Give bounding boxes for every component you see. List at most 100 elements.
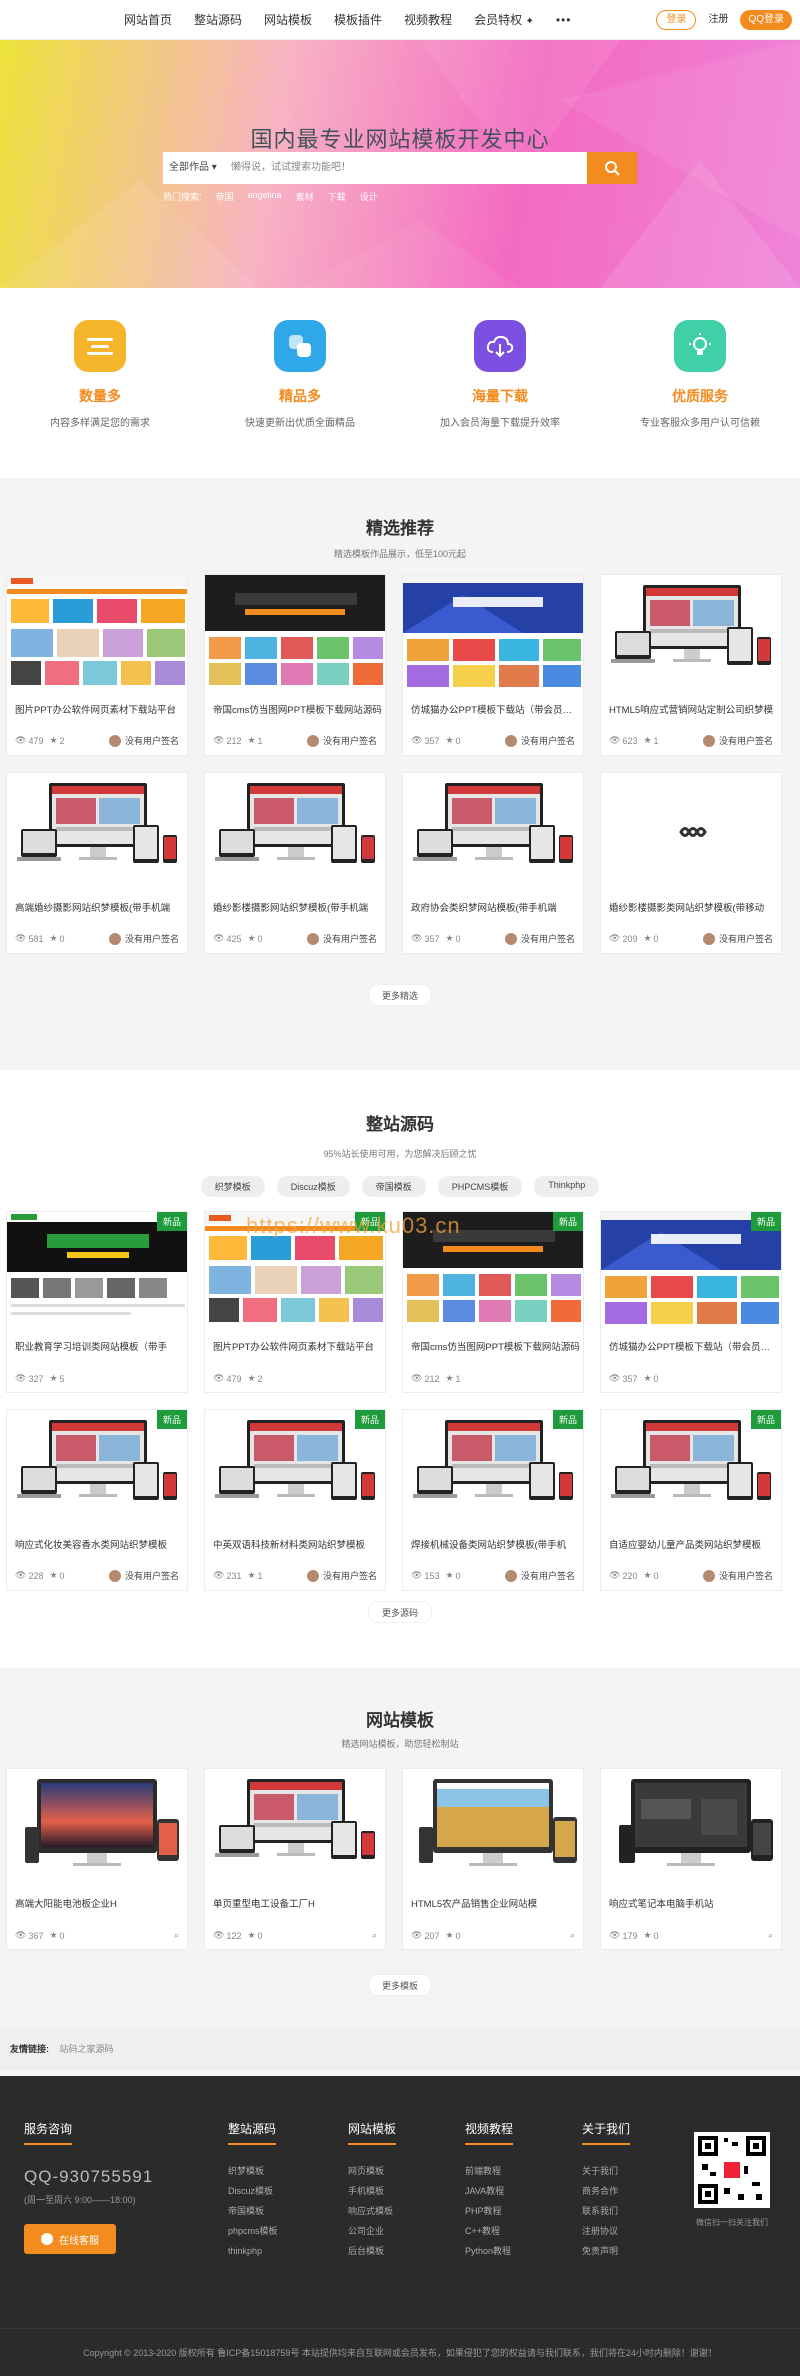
card-title[interactable]: 仿城猫办公PPT模板下载站（带会员… [403, 693, 583, 716]
template-card[interactable]: 仿城猫办公PPT模板下载站（带会员… 👁 357 ★ 0 没有用户签名 [402, 574, 584, 756]
card-thumbnail[interactable] [7, 575, 187, 693]
card-thumbnail[interactable] [205, 773, 385, 891]
footer-link[interactable]: 公司企业 [348, 2221, 396, 2241]
card-title[interactable]: 响应式化妆美容香水类网站织梦模板 [7, 1528, 187, 1551]
footer-link[interactable]: 后台模板 [348, 2241, 396, 2261]
template-card[interactable]: 响应式笔记本电脑手机站 👁 179 ★ 0 ⌕ [600, 1768, 782, 1950]
footer-link[interactable]: 注册协议 [582, 2221, 630, 2241]
template-card[interactable]: HTML5农产品销售企业网站模 👁 207 ★ 0 ⌕ [402, 1768, 584, 1950]
footer-link[interactable]: 前端教程 [465, 2161, 513, 2181]
search-input[interactable]: 懒得说，试试搜索功能吧！ [227, 152, 587, 184]
card-thumbnail[interactable] [601, 1769, 781, 1887]
card-author[interactable]: 没有用户签名 [702, 1569, 773, 1582]
template-card[interactable]: 政府协会类织梦网站模板(带手机端 👁 357 ★ 0 没有用户签名 [402, 772, 584, 954]
card-title[interactable]: 中英双语科技新材料类网站织梦模板 [205, 1528, 385, 1551]
qq-login-button[interactable]: QQ登录 [740, 10, 792, 30]
nav-item-templates[interactable]: 网站模板 [264, 11, 312, 28]
footer-link[interactable]: 关于我们 [582, 2161, 630, 2181]
template-card[interactable]: 高端婚纱摄影网站织梦模板(带手机端 👁 581 ★ 0 没有用户签名 [6, 772, 188, 954]
more-menu-icon[interactable]: ••• [556, 13, 572, 27]
card-title[interactable]: 焊接机械设备类网站织梦模板(带手机 [403, 1528, 583, 1551]
more-source-button[interactable]: 更多源码 [368, 1601, 432, 1623]
card-title[interactable]: 图片PPT办公软件网页素材下载站平台 [205, 1330, 385, 1353]
more-featured-button[interactable]: 更多精选 [368, 984, 432, 1006]
nav-item-source[interactable]: 整站源码 [194, 11, 242, 28]
template-card[interactable]: HTML5响应式营销网站定制公司织梦模 👁 623 ★ 1 没有用户签名 [600, 574, 782, 756]
tag-chip[interactable]: 帝国模板 [361, 1176, 426, 1197]
card-author[interactable]: 没有用户签名 [108, 1569, 179, 1582]
footer-link[interactable]: Python教程 [465, 2241, 513, 2261]
template-card[interactable]: 婚纱影楼摄影类网站织梦模板(带移动 👁 209 ★ 0 没有用户签名 [600, 772, 782, 954]
card-title[interactable]: 婚纱影楼摄影类网站织梦模板(带移动 [601, 891, 781, 914]
card-title[interactable]: 职业教育学习培训类网站模板（带手 [7, 1330, 187, 1353]
login-button[interactable]: 登录 [656, 10, 697, 30]
hot-link[interactable]: 下载 [328, 190, 346, 203]
search-category-select[interactable]: 全部作品 ▾ [163, 152, 227, 184]
footer-link[interactable]: 免责声明 [582, 2241, 630, 2261]
template-card[interactable]: 新品 职业教育学习培训类网站模板（带手 👁 327 ★ 5 [6, 1211, 188, 1393]
footer-link[interactable]: 网页模板 [348, 2161, 396, 2181]
card-thumbnail[interactable] [205, 1769, 385, 1887]
template-card[interactable]: 新品 仿城猫办公PPT模板下载站（带会员… 👁 357 ★ 0 [600, 1211, 782, 1393]
footer-link[interactable]: 手机模板 [348, 2181, 396, 2201]
tag-chip[interactable]: Discuz模板 [276, 1176, 350, 1197]
nav-item-home[interactable]: 网站首页 [124, 11, 172, 28]
more-templates-button[interactable]: 更多模板 [368, 1974, 432, 1996]
card-title[interactable]: 帝国cms仿当图网PPT模板下载网站源码 [205, 693, 385, 716]
card-title[interactable]: 图片PPT办公软件网页素材下载站平台 [7, 693, 187, 716]
footer-link[interactable]: 帝国模板 [228, 2201, 278, 2221]
tag-chip[interactable]: 织梦模板 [200, 1176, 265, 1197]
card-thumbnail[interactable] [205, 575, 385, 693]
card-title[interactable]: HTML5农产品销售企业网站模 [403, 1887, 583, 1910]
footer-link[interactable]: 响应式模板 [348, 2201, 396, 2221]
friend-link[interactable]: 站码之家源码 [60, 2044, 114, 2054]
card-title[interactable]: 高端大阳能电池板企业H [7, 1887, 187, 1910]
footer-link[interactable]: JAVA教程 [465, 2181, 513, 2201]
card-author[interactable]: 没有用户签名 [306, 1569, 377, 1582]
tag-chip[interactable]: Thinkphp [534, 1176, 600, 1197]
card-thumbnail[interactable] [403, 773, 583, 891]
card-thumbnail[interactable] [7, 773, 187, 891]
card-title[interactable]: 单页重型电工设备工厂H [205, 1887, 385, 1910]
card-author[interactable]: 没有用户签名 [306, 932, 377, 945]
hot-link[interactable]: 设计 [360, 190, 378, 203]
hot-link[interactable]: 素材 [296, 190, 314, 203]
footer-link[interactable]: 商务合作 [582, 2181, 630, 2201]
hot-link[interactable]: angelina [248, 190, 282, 203]
footer-link[interactable]: C++教程 [465, 2221, 513, 2241]
card-thumbnail[interactable] [403, 1769, 583, 1887]
card-title[interactable]: 帝国cms仿当图网PPT模板下载网站源码 [403, 1330, 583, 1353]
template-card[interactable]: 新品 自适应婴幼儿童产品类网站织梦模板 👁 220 ★ 0 没有用户签名 [600, 1409, 782, 1591]
nav-item-video[interactable]: 视频教程 [404, 11, 452, 28]
card-author[interactable]: 没有用户签名 [108, 734, 179, 747]
card-thumbnail[interactable] [403, 575, 583, 693]
card-thumbnail[interactable] [7, 1769, 187, 1887]
card-author[interactable]: 没有用户签名 [108, 932, 179, 945]
template-card[interactable]: 新品 响应式化妆美容香水类网站织梦模板 👁 228 ★ 0 没有用户签名 [6, 1409, 188, 1591]
template-card[interactable]: 高端大阳能电池板企业H 👁 367 ★ 0 ⌕ [6, 1768, 188, 1950]
footer-link[interactable]: 织梦模板 [228, 2161, 278, 2181]
footer-link[interactable]: 联系我们 [582, 2201, 630, 2221]
template-card[interactable]: 单页重型电工设备工厂H 👁 122 ★ 0 ⌕ [204, 1768, 386, 1950]
card-title[interactable]: 婚纱影楼摄影网站织梦模板(带手机端 [205, 891, 385, 914]
footer-link[interactable]: phpcms模板 [228, 2221, 278, 2241]
card-title[interactable]: HTML5响应式营销网站定制公司织梦模 [601, 693, 781, 716]
card-title[interactable]: 响应式笔记本电脑手机站 [601, 1887, 781, 1910]
card-author[interactable]: 没有用户签名 [702, 734, 773, 747]
nav-item-plugins[interactable]: 模板插件 [334, 11, 382, 28]
card-thumbnail[interactable] [601, 575, 781, 693]
register-button[interactable]: 注册 [702, 10, 734, 30]
online-service-button[interactable]: 在线客服 [24, 2224, 116, 2254]
card-author[interactable]: 没有用户签名 [306, 734, 377, 747]
template-card[interactable]: 新品 中英双语科技新材料类网站织梦模板 👁 231 ★ 1 没有用户签名 [204, 1409, 386, 1591]
card-author[interactable]: 没有用户签名 [504, 1569, 575, 1582]
footer-link[interactable]: thinkphp [228, 2241, 278, 2261]
footer-link[interactable]: PHP教程 [465, 2201, 513, 2221]
card-thumbnail[interactable] [601, 773, 781, 891]
card-title[interactable]: 仿城猫办公PPT模板下载站（带会员… [601, 1330, 781, 1353]
search-button[interactable] [587, 152, 637, 184]
card-author[interactable]: 没有用户签名 [504, 734, 575, 747]
hot-link[interactable]: 帝国 [216, 190, 234, 203]
card-title[interactable]: 自适应婴幼儿童产品类网站织梦模板 [601, 1528, 781, 1551]
card-title[interactable]: 高端婚纱摄影网站织梦模板(带手机端 [7, 891, 187, 914]
